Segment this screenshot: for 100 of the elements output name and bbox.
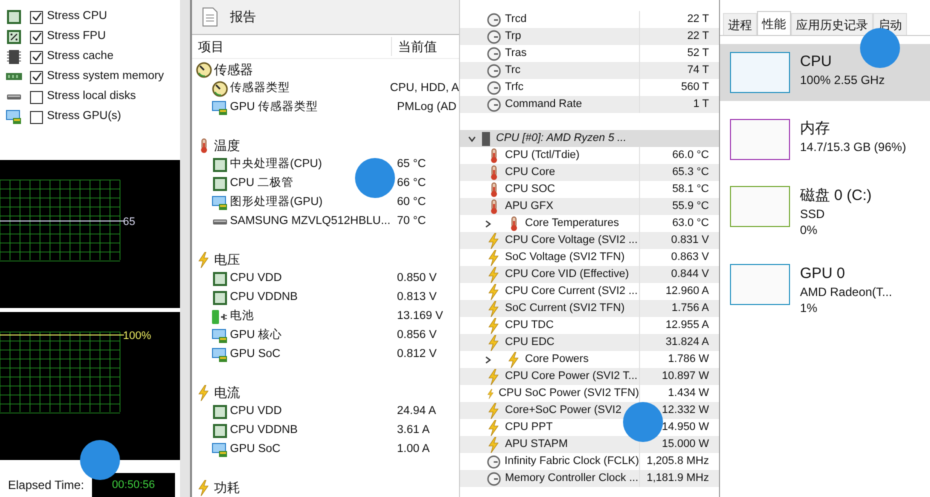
sensor-value: 15.000 W [660,437,710,452]
graph-reading: 100% [123,329,152,344]
sensor-value: 74 T [686,63,710,78]
sensor-value: 0.844 V [670,267,710,282]
checked-box-icon [30,70,43,84]
sensor-label: CPU Core Current (SVI2 ... [505,284,638,300]
sensor-value: 10.897 W [660,369,710,384]
resource-detail: 0% [800,222,818,238]
sensor-label: Command Rate [505,97,582,112]
sensor-value: 0.831 V [670,233,710,248]
drive-icon [212,218,228,224]
stress-checkbox[interactable]: Stress local disks [30,88,136,106]
sensor-value: 58.1 °C [671,182,710,198]
item-value: 0.850 V [397,270,437,286]
monitor-icon [212,100,228,116]
tab[interactable]: 性能 [757,11,791,35]
graph-reading: 65 [123,215,136,230]
battery-plug-icon [212,308,228,324]
sensor-label: CPU Core [505,165,556,180]
sensor-value: 22 T [686,29,710,44]
resource-name: GPU 0 [800,264,846,284]
stress-checkbox[interactable]: Stress CPU [30,8,108,26]
item-value: 60 °C [397,194,426,210]
group-label: 电压 [214,250,240,269]
chevron-icon[interactable] [484,220,492,228]
sensor-label: CPU Core Voltage (SVI2 ... [505,233,638,248]
group-label: 温度 [214,136,240,155]
chevron-icon[interactable] [484,356,492,364]
column-header[interactable]: 当前值 [392,36,443,56]
item-label: GPU 传感器类型 [230,100,318,115]
item-label: CPU VDD [230,270,282,286]
sensor-value: 1 T [692,97,710,112]
percent-chip-icon [6,29,22,45]
sensor-label: CPU SoC Power (SVI2 TFN) [498,386,639,402]
resource-detail: SSD [800,206,826,222]
sensor-label: Trcd [505,12,527,28]
chevron-icon [468,134,476,142]
resource-name: 磁盘 0 (C:) [800,186,872,206]
sensor-value: 1,181.9 MHz [646,471,710,486]
checked-box-icon [30,50,43,64]
sensor-value: 0.863 V [670,250,710,266]
mini-graph [730,52,790,93]
empty-box-icon [30,110,43,124]
item-label: CPU 二极管 [230,176,294,191]
item-value: 70 °C [397,214,426,229]
stress-checkbox[interactable]: Stress FPU [30,28,106,46]
item-value: 66 °C [397,176,426,191]
stress-checkbox[interactable]: Stress GPU(s) [30,108,122,126]
item-label: 图形处理器(GPU) [230,194,323,210]
resource-name: CPU [800,52,833,72]
sensor-label: Tras [505,46,527,62]
sensor-value: 55.9 °C [671,199,710,214]
chip-icon [212,270,228,286]
sensor-label: APU GFX [505,199,554,214]
sensor-value: 31.824 A [664,335,710,350]
stress-checkbox[interactable]: Stress system memory [30,68,164,86]
sensor-label: Memory Controller Clock ... [505,471,638,486]
sensor-value: 14.950 W [660,420,710,436]
group-label: 功耗 [214,478,240,497]
device-icon [482,132,490,146]
memory-chip-icon [6,49,22,65]
item-value: 65 °C [397,156,426,172]
resource-detail: 14.7/15.3 GB (96%) [800,139,906,155]
item-value: 0.813 V [397,290,437,305]
item-value: 24.94 A [397,404,436,419]
mini-graph [730,186,790,227]
sensor-label: Core+SoC Power (SVI2 [505,403,622,418]
monitor-icon [6,109,22,125]
sensor-label: Trfc [505,80,524,96]
elapsed-time-value: 00:50:56 [92,473,175,497]
sensor-label: CPU SOC [505,182,556,198]
sensor-label: CPU TDC [505,318,554,334]
tab[interactable]: 应用历史记录 [791,13,873,35]
item-label: CPU VDD [230,404,282,419]
monitor-icon [212,328,228,344]
drive-icon [6,94,22,100]
resource-detail: 100% 2.55 GHz [800,72,885,88]
resource-item[interactable]: CPU 100% 2.55 GHz [720,44,930,101]
item-value: 1.00 A [397,442,430,457]
sensor-label: CPU EDC [505,335,555,350]
resource-detail: AMD Radeon(T... [800,284,892,300]
item-label: SAMSUNG MZVLQ512HBLU... [230,214,390,229]
column-header[interactable]: 项目 [192,36,392,56]
report-title: 报告 [230,8,256,26]
sensor-value: 1,205.8 MHz [646,454,710,470]
item-label: 电池 [230,308,254,324]
item-value: 13.169 V [397,308,444,324]
sensor-label: Core Temperatures [525,216,619,232]
device-row[interactable]: CPU [#0]: AMD Ryzen 5 ... [460,130,719,147]
tab[interactable]: 进程 [723,13,757,35]
sensor-value: 52 T [686,46,710,62]
item-label: GPU SoC [230,442,280,457]
monitor-icon [212,346,228,362]
sensor-value: 12.955 A [664,318,710,334]
item-value: CPU, HDD, A [390,80,459,96]
sensor-value: 63.0 °C [671,216,710,232]
chip-icon [212,176,228,192]
monitor-icon [212,442,228,458]
stress-checkbox[interactable]: Stress cache [30,48,114,66]
checked-box-icon [30,10,43,24]
